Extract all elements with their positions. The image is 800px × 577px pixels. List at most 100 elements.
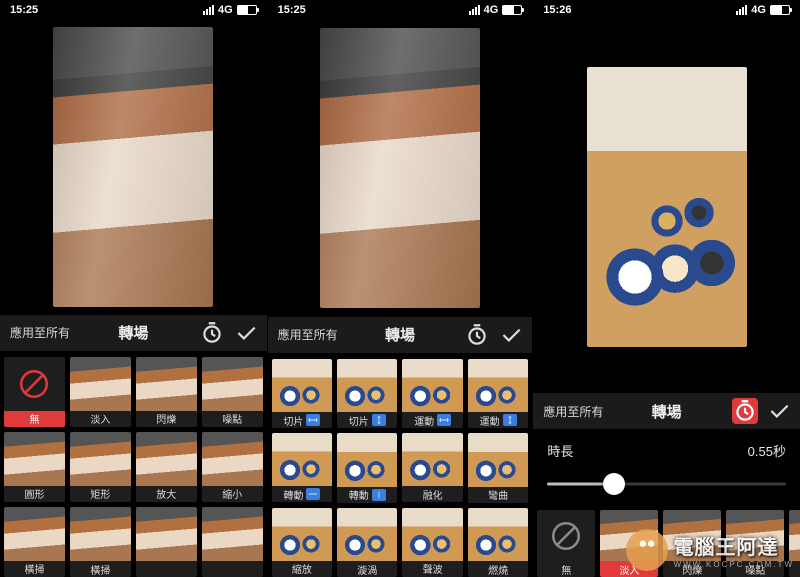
signal-icon <box>469 5 480 15</box>
tile-label: 噪點 <box>726 561 784 577</box>
transition-item[interactable] <box>136 507 197 577</box>
tile-label: 橫掃 <box>4 561 65 577</box>
transition-motion-v[interactable]: 運動 <box>468 359 528 428</box>
transition-warp[interactable]: 彎曲 <box>468 433 528 502</box>
tile-label <box>202 561 263 577</box>
network-label: 4G <box>484 4 499 16</box>
screenshot-2: 15:25 4G 應用至所有 轉場 切片 <box>267 0 534 577</box>
signal-icon <box>736 5 747 15</box>
direction-icon <box>306 414 320 426</box>
duration-button[interactable] <box>199 320 225 346</box>
tile-label: 無 <box>537 561 595 577</box>
editor-toolbar: 應用至所有 轉場 <box>533 393 800 429</box>
tile-label: 轉動 <box>272 486 332 502</box>
tile-label: 噪點 <box>202 411 263 427</box>
tile-label: 圓形 <box>789 561 800 577</box>
status-bar: 15:25 4G <box>0 0 267 20</box>
transition-soundwave[interactable]: 聲波 <box>402 508 462 577</box>
transition-item[interactable] <box>202 507 263 577</box>
transition-hsweep-2[interactable]: 橫掃 <box>70 507 131 577</box>
confirm-button[interactable] <box>233 320 259 346</box>
tile-label: 燃燒 <box>468 561 528 577</box>
transition-flash[interactable]: 閃爍 <box>663 510 721 577</box>
transition-roll-v[interactable]: 轉動 <box>337 433 397 502</box>
transition-burn[interactable]: 燃燒 <box>468 508 528 577</box>
transition-circle[interactable]: 圓形 <box>789 510 800 577</box>
tile-label: 縮放 <box>272 561 332 577</box>
tile-label: 放大 <box>136 486 197 502</box>
screenshot-3: 15:26 4G 應用至所有 轉場 時長 <box>533 0 800 577</box>
tile-label: 切片 <box>337 412 397 428</box>
tile-label: 無 <box>4 411 65 427</box>
network-label: 4G <box>218 4 233 16</box>
screenshot-1: 15:25 4G 應用至所有 轉場 <box>0 0 267 577</box>
tile-label: 矩形 <box>70 486 131 502</box>
tile-label: 運動 <box>402 412 462 428</box>
transition-circle[interactable]: 圓形 <box>4 432 65 502</box>
status-bar: 15:26 4G <box>533 0 800 20</box>
transition-ripple[interactable]: 漩渦 <box>337 508 397 577</box>
preview-image <box>53 27 213 307</box>
tile-label: 漩渦 <box>337 561 397 577</box>
battery-icon <box>770 5 790 15</box>
tile-label: 運動 <box>468 412 528 428</box>
transition-roll-h[interactable]: 轉動 <box>272 433 332 502</box>
transition-strip[interactable]: 無 淡入 閃爍 噪點 圓形 矩形 <box>533 502 800 577</box>
status-time: 15:26 <box>543 4 571 16</box>
battery-icon <box>237 5 257 15</box>
status-time: 15:25 <box>10 4 38 16</box>
tile-label: 閃爍 <box>663 561 721 577</box>
status-time: 15:25 <box>278 4 306 16</box>
preview-area <box>533 20 800 393</box>
transition-none[interactable]: 無 <box>4 357 65 427</box>
transition-fade[interactable]: 淡入 <box>70 357 131 427</box>
confirm-button[interactable] <box>766 398 792 424</box>
duration-panel: 時長 0.55秒 <box>533 429 800 502</box>
tile-label: 彎曲 <box>468 487 528 503</box>
transition-none[interactable]: 無 <box>537 510 595 577</box>
transition-flash[interactable]: 閃爍 <box>136 357 197 427</box>
tile-label: 聲波 <box>402 561 462 577</box>
tile-label: 閃爍 <box>136 411 197 427</box>
transition-grid[interactable]: 切片 切片 運動 運動 轉動 轉動 融化 彎曲 縮放 漩渦 聲波 燃燒 <box>268 353 533 577</box>
duration-value: 0.55秒 <box>748 441 786 460</box>
preview-image <box>320 28 480 308</box>
tile-label: 橫掃 <box>70 561 131 577</box>
confirm-button[interactable] <box>498 322 524 348</box>
apply-all-button[interactable]: 應用至所有 <box>268 326 348 343</box>
transition-fade[interactable]: 淡入 <box>600 510 658 577</box>
direction-icon <box>437 414 451 426</box>
preview-area <box>268 20 533 317</box>
direction-icon <box>503 414 517 426</box>
duration-button[interactable] <box>464 322 490 348</box>
transition-grid[interactable]: 無 淡入 閃爍 噪點 圓形 矩形 放大 縮小 橫掃 橫掃 <box>0 351 267 577</box>
duration-button[interactable] <box>732 398 758 424</box>
slider-thumb[interactable] <box>603 473 625 495</box>
editor-toolbar: 應用至所有 轉場 <box>268 317 533 353</box>
network-label: 4G <box>751 4 766 16</box>
transition-melt[interactable]: 融化 <box>402 433 462 502</box>
tile-label: 切片 <box>272 412 332 428</box>
transition-slice-h[interactable]: 切片 <box>272 359 332 428</box>
status-bar: 15:25 4G <box>268 0 533 20</box>
transition-rect[interactable]: 矩形 <box>70 432 131 502</box>
transition-motion-h[interactable]: 運動 <box>402 359 462 428</box>
duration-slider[interactable] <box>547 472 786 496</box>
transition-zoom-in[interactable]: 放大 <box>136 432 197 502</box>
direction-icon <box>372 489 386 501</box>
transition-zoom-out[interactable]: 縮小 <box>202 432 263 502</box>
tile-label: 融化 <box>402 486 462 502</box>
transition-noise[interactable]: 噪點 <box>202 357 263 427</box>
preview-area <box>0 20 267 315</box>
direction-icon <box>306 488 320 500</box>
preview-image <box>587 67 747 347</box>
apply-all-button[interactable]: 應用至所有 <box>0 324 80 341</box>
transition-shrink[interactable]: 縮放 <box>272 508 332 577</box>
transition-noise[interactable]: 噪點 <box>726 510 784 577</box>
duration-label: 時長 <box>547 441 573 460</box>
apply-all-button[interactable]: 應用至所有 <box>533 403 613 420</box>
transition-slice-v[interactable]: 切片 <box>337 359 397 428</box>
tile-label: 轉動 <box>337 487 397 503</box>
battery-icon <box>502 5 522 15</box>
transition-hsweep[interactable]: 橫掃 <box>4 507 65 577</box>
